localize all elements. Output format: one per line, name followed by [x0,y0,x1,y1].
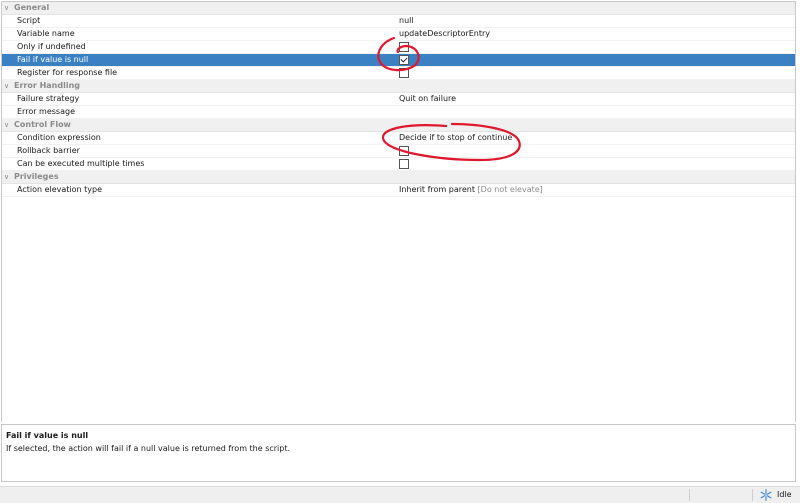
property-row[interactable]: Variable name updateDescriptorEntry [2,28,795,41]
description-panel: Fail if value is null If selected, the a… [1,424,796,482]
property-row[interactable]: Only if undefined [2,41,795,54]
property-value-text: Inherit from parent [399,185,475,194]
category-label: Error Handling [14,81,81,90]
category-label: Control Flow [14,120,71,129]
property-value[interactable]: Decide if to stop of continue [399,132,512,144]
status-bar: Idle [0,486,800,503]
status-separator [689,489,690,501]
property-name: Condition expression [17,133,101,142]
property-value-text: Decide if to stop of continue [399,133,513,142]
property-row[interactable]: Failure strategy Quit on failure [2,93,795,106]
property-row[interactable]: Action elevation type Inherit from parent… [2,184,795,197]
property-value-hint: [Do not elevate] [477,185,543,194]
description-text: If selected, the action will fail if a n… [6,444,291,453]
property-value-text: Quit on failure [399,94,457,103]
chevron-down-icon[interactable]: ∨ [4,2,9,14]
category-error-handling[interactable]: ∨ Error Handling [2,80,795,93]
property-value[interactable]: null [399,15,414,27]
property-name: Register for response file [17,68,118,77]
property-value[interactable]: Inherit from parent [Do not elevate] [399,184,543,196]
property-name: Script [17,16,41,25]
chevron-down-icon[interactable]: ∨ [4,171,9,183]
property-checkbox[interactable] [399,68,409,78]
property-name: Rollback barrier [17,146,80,155]
chevron-down-icon[interactable]: ∨ [4,119,9,131]
category-label: Privileges [14,172,59,181]
property-value-text: updateDescriptorEntry [399,29,491,38]
property-checkbox[interactable] [399,55,409,65]
property-name: Action elevation type [17,185,103,194]
category-privileges[interactable]: ∨ Privileges [2,171,795,184]
property-sheet: ∨ General Script null Variable name updateDes… [1,1,796,422]
property-row[interactable]: Can be executed multiple times [2,158,795,171]
property-row[interactable]: Error message [2,106,795,119]
property-name: Variable name [17,29,75,38]
property-row[interactable]: Condition expression Decide if to stop of… [2,132,795,145]
property-row[interactable]: Rollback barrier [2,145,795,158]
property-checkbox[interactable] [399,42,409,52]
chevron-down-icon[interactable]: ∨ [4,80,9,92]
property-value[interactable]: Quit on failure [399,93,456,105]
description-title: Fail if value is null [6,431,89,440]
property-name: Error message [17,107,75,116]
property-value[interactable]: updateDescriptorEntry [399,28,490,40]
property-name: Only if undefined [17,42,86,51]
category-label: General [14,3,50,12]
property-value-text: null [399,16,414,25]
category-general[interactable]: ∨ General [2,2,795,15]
property-row[interactable]: Script null [2,15,795,28]
property-name: Fail if value is null [17,55,89,64]
status-state: Idle [777,490,792,499]
property-checkbox[interactable] [399,159,409,169]
category-control-flow[interactable]: ∨ Control Flow [2,119,795,132]
property-name: Can be executed multiple times [17,159,145,168]
property-checkbox[interactable] [399,146,409,156]
snowflake-icon [760,489,772,501]
property-row[interactable]: Register for response file [2,67,795,80]
status-separator [752,489,753,501]
property-name: Failure strategy [17,94,80,103]
property-row[interactable]: Fail if value is null [2,54,795,67]
